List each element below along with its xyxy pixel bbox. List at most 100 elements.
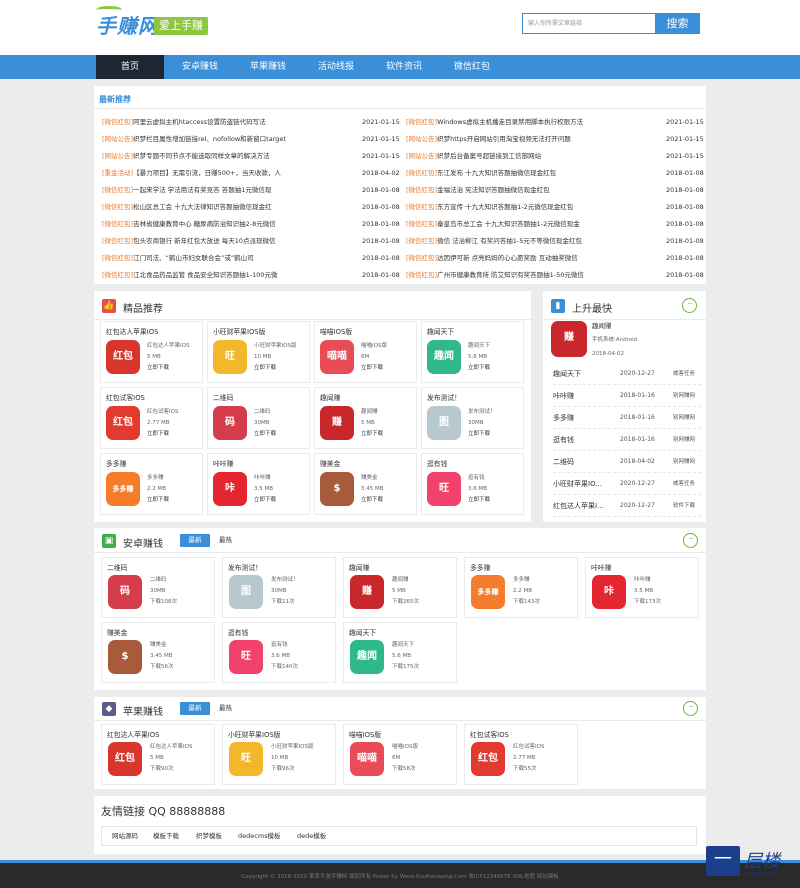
news-tag[interactable]: [网站公告] xyxy=(102,135,133,143)
download-link[interactable]: 立即下载 xyxy=(468,429,490,439)
app-card[interactable]: 二维码码二维码 30MB 立即下载 xyxy=(207,387,310,449)
news-title[interactable]: 广州市健康教育所 防艾知识有奖答题抽1-50元微信 xyxy=(437,271,584,279)
app-card[interactable]: 多多赚 多多赚 多多赚 2.2 MB 下载143次 xyxy=(464,557,578,618)
app-icon[interactable]: 红包 xyxy=(108,742,142,776)
download-link[interactable]: 立即下载 xyxy=(254,429,276,439)
tab-newest[interactable]: 最新 xyxy=(180,702,210,715)
news-item[interactable]: [微信红包]Windows虚拟主机播走目录禁用脚本执行权限方法 xyxy=(406,116,656,128)
app-icon[interactable]: 咔 xyxy=(592,575,626,609)
news-tag[interactable]: [微信红包] xyxy=(102,186,133,194)
rank-item[interactable]: 逛有钱 2018-01-16 别网赚网 xyxy=(553,429,701,451)
news-tag[interactable]: [微信红包] xyxy=(406,203,437,211)
news-tag[interactable]: [微信红包] xyxy=(406,220,437,228)
news-item[interactable]: [微信红包]江门司法、“鹤山市妇女联合会”或“鹤山司 xyxy=(102,252,352,264)
download-link[interactable]: 立即下载 xyxy=(361,429,383,439)
app-name[interactable]: 逛有钱 xyxy=(228,627,334,637)
news-title[interactable]: 织梦后台备案号超链接到工信部网站 xyxy=(437,152,541,160)
app-card[interactable]: 二维码码二维码 30MB 下载108次 xyxy=(101,557,215,618)
rank-name[interactable]: 趣闻天下 xyxy=(553,363,611,385)
more-icon[interactable]: ··· xyxy=(683,701,698,716)
news-title[interactable]: 东江发布 十九大知识答题抽微信现金红包 xyxy=(437,169,556,177)
app-icon[interactable]: 赚 xyxy=(350,575,384,609)
download-link[interactable]: 立即下载 xyxy=(468,495,490,505)
news-tag[interactable]: [微信红包] xyxy=(102,271,133,279)
news-tag[interactable]: [微信红包] xyxy=(102,254,133,262)
app-card[interactable]: 喵喵IOS版 喵喵 喵喵IOS版 6M 立即下载 xyxy=(314,321,417,383)
news-title[interactable]: 微信 法治柳江 有奖问答抽1-5元不等微信现金红包 xyxy=(437,237,582,245)
app-card[interactable]: 红包达人苹果IOS 红包 红包达人苹果IOS 5 MB 立即下载 xyxy=(100,321,203,383)
news-item[interactable]: [微信红包]包头农商银行 新年红包大放送 每天10点派现微信 xyxy=(102,235,352,247)
app-name[interactable]: 喵喵IOS版 xyxy=(320,326,415,336)
news-title[interactable]: 金福法治 宪法知识答题抽微信现金红包 xyxy=(437,186,550,194)
news-item[interactable]: [微信红包]一起来学法 学法用法有奖竞答 答题抽1元微信现 xyxy=(102,184,352,196)
news-title[interactable]: 秦皇岛市总工会 十九大知识答题抽1-2元微信现金 xyxy=(437,220,580,228)
app-card[interactable]: 红包试客IOS 红包 红包试客IOS 2.77 MB 立即下载 xyxy=(100,387,203,449)
news-item[interactable]: [网站公告]织梦后台备案号超链接到工信部网站 xyxy=(406,150,656,162)
news-title[interactable]: 东方宣传 十九大知识答题抽1-2元微信现金红包 xyxy=(437,203,573,211)
app-icon[interactable]: 多多赚 xyxy=(106,472,140,506)
news-item[interactable]: [微信红包]东江发布 十九大知识答题抽微信现金红包 xyxy=(406,167,656,179)
nav-item-wechat[interactable]: 微信红包 xyxy=(438,55,506,79)
app-icon[interactable]: 红包 xyxy=(106,406,140,440)
app-icon[interactable]: 图 xyxy=(427,406,461,440)
rank-category[interactable]: 威客任务 xyxy=(673,363,695,385)
app-icon[interactable]: 赚 xyxy=(551,321,587,357)
more-icon[interactable]: ··· xyxy=(683,533,698,548)
tab-newest[interactable]: 最新 xyxy=(180,534,210,547)
app-icon[interactable]: 趣闻 xyxy=(427,340,461,374)
news-tag[interactable]: [网站公告] xyxy=(406,135,437,143)
rank-item[interactable]: 多多赚 2018-01-16 别网赚网 xyxy=(553,407,701,429)
app-card[interactable]: 红包试客IOS 红包 红包试客IOS 2.77 MB 下载55次 xyxy=(464,724,578,785)
news-item[interactable]: [重金活动]【暴力项目】无需引流，日赚500+，当天收款，人 xyxy=(102,167,352,179)
friend-link[interactable]: dedecms模板 xyxy=(238,827,281,845)
news-tag[interactable]: [微信红包] xyxy=(102,203,133,211)
nav-item-news[interactable]: 软件资讯 xyxy=(370,55,438,79)
rank-name[interactable]: 红包达人苹果I... xyxy=(553,495,611,517)
app-card[interactable]: 咔咔赚咔咔咔赚 3.5 MB 下载173次 xyxy=(585,557,699,618)
more-icon[interactable]: ··· xyxy=(682,298,697,313)
app-name[interactable]: 趣闻赚 xyxy=(349,562,455,572)
news-title[interactable]: 松山区总工会 十九大法律知识答题抽微信现金红 xyxy=(133,203,272,211)
download-link[interactable]: 立即下载 xyxy=(468,363,490,373)
app-icon[interactable]: 旺 xyxy=(213,340,247,374)
app-name[interactable]: 趣闻赚 xyxy=(320,392,415,402)
app-card[interactable]: 小旺财苹果IOS版旺小旺财苹果IOS版 10 MB 立即下载 xyxy=(207,321,310,383)
app-icon[interactable]: 红包 xyxy=(106,340,140,374)
search-button[interactable]: 搜索 xyxy=(655,13,700,34)
rank-name[interactable]: 小旺财苹果IO... xyxy=(553,473,611,495)
app-card[interactable]: 趣闻赚赚趣闻赚 5 MB 下载265次 xyxy=(343,557,457,618)
news-title[interactable]: 一起来学法 学法用法有奖竞答 答题抽1元微信现 xyxy=(133,186,271,194)
news-item[interactable]: [网站公告]织梦https开启网站引用淘宝视频无法打开问题 xyxy=(406,133,656,145)
app-name[interactable]: 多多赚 xyxy=(470,562,576,572)
news-title[interactable]: 织梦专题不同节点不能选取同样文章的解决方法 xyxy=(133,152,270,160)
news-tag[interactable]: [网站公告] xyxy=(406,152,437,160)
app-name[interactable]: 趣闻天下 xyxy=(349,627,455,637)
app-icon[interactable]: 喵喵 xyxy=(320,340,354,374)
app-name[interactable]: 喵喵IOS版 xyxy=(349,729,455,739)
rank-name[interactable]: 二维码 xyxy=(553,451,611,473)
app-icon[interactable]: 多多赚 xyxy=(471,575,505,609)
rank-category[interactable]: 软件下载 xyxy=(673,495,695,517)
nav-item-android[interactable]: 安卓赚钱 xyxy=(166,55,234,79)
news-item[interactable]: [微信红包]秦皇岛市总工会 十九大知识答题抽1-2元微信现金 xyxy=(406,218,656,230)
news-tag[interactable]: [网站公告] xyxy=(102,152,133,160)
friend-link[interactable]: 模板下载 xyxy=(153,827,179,845)
app-card[interactable]: 趣闻天下 趣闻 趣闻天下 5.6 MB 下载175次 xyxy=(343,622,457,683)
news-title[interactable]: 织梦栏目属性增加链接rel、nofollow和新窗口target xyxy=(133,135,286,143)
app-card[interactable]: 红包达人苹果IOS 红包 红包达人苹果IOS 5 MB 下载90次 xyxy=(101,724,215,785)
rank-item[interactable]: 二维码 2018-04-02 别网赚网 xyxy=(553,451,701,473)
app-name[interactable]: 多多赚 xyxy=(106,458,201,468)
app-icon[interactable]: 喵喵 xyxy=(350,742,384,776)
news-tag[interactable]: [微信红包] xyxy=(406,237,437,245)
app-icon[interactable]: $ xyxy=(320,472,354,506)
app-card[interactable]: 发布测试！ 图 发布测试！ 30MB 下载11次 xyxy=(222,557,336,618)
app-card[interactable]: 喵喵IOS版 喵喵 喵喵IOS版 6M 下载58次 xyxy=(343,724,457,785)
rank-item[interactable]: 咔咔赚 2018-01-16 别网赚网 xyxy=(553,385,701,407)
news-title[interactable]: 达因伊可新 点亮妈妈的心心愿奖励 互动抽奖微信 xyxy=(437,254,578,262)
news-item[interactable]: [微信红包]微信 法治柳江 有奖问答抽1-5元不等微信现金红包 xyxy=(406,235,656,247)
rank-name[interactable]: 多多赚 xyxy=(553,407,611,429)
app-card[interactable]: 赚美金 $ 赚美金 3.45 MB 立即下载 xyxy=(314,453,417,515)
nav-item-ios[interactable]: 苹果赚钱 xyxy=(234,55,302,79)
news-item[interactable]: [网站公告]织梦栏目属性增加链接rel、nofollow和新窗口target xyxy=(102,133,352,145)
download-link[interactable]: 立即下载 xyxy=(147,429,169,439)
